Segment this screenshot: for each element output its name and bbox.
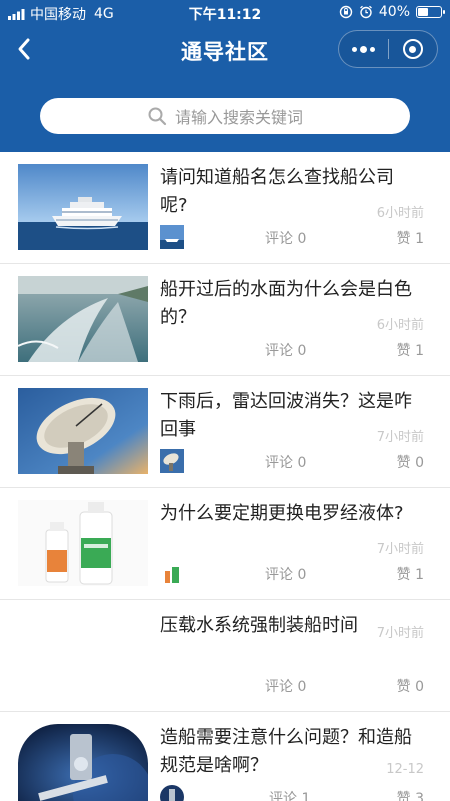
post-title: 造船需要注意什么问题？和造船规范是啥啊？	[160, 727, 412, 776]
list-item[interactable]: 压载水系统强制装船时间 7小时前 评论 0 赞 0	[0, 600, 450, 712]
like-count[interactable]: 赞 1	[397, 228, 424, 248]
like-count[interactable]: 赞 1	[397, 564, 424, 584]
post-list: 请问知道船名怎么查找船公司呢? 6小时前 评论 0 赞 1 船开过后的水面为什么…	[0, 152, 450, 801]
like-count[interactable]: 赞 0	[397, 676, 424, 696]
battery-percent: 40%	[378, 4, 410, 20]
post-thumbnail	[18, 164, 148, 250]
post-time: 12-12	[386, 762, 424, 777]
list-item[interactable]: 船开过后的水面为什么会是白色的？ 6小时前 评论 0 赞 1	[0, 264, 450, 376]
post-thumbnail	[18, 276, 148, 362]
target-circle-icon	[402, 39, 423, 59]
search-bar[interactable]: 请输入搜索关键词	[40, 98, 410, 134]
ship-wake-image	[18, 276, 148, 362]
list-item[interactable]: 造船需要注意什么问题？和造船规范是啥啊？ 12-12 评论 1 赞 3	[0, 712, 450, 801]
more-button[interactable]	[339, 30, 388, 68]
mini-program-capsule	[338, 30, 438, 68]
battery-icon	[416, 6, 445, 18]
list-item[interactable]: 为什么要定期更换电罗经液体? 7小时前 评论 0 赞 1	[0, 488, 450, 600]
comment-count[interactable]: 评论 0	[265, 452, 306, 472]
author-avatar	[160, 449, 184, 473]
post-time: 6小时前	[376, 318, 424, 333]
like-count[interactable]: 赞 1	[397, 340, 424, 360]
search-placeholder: 请输入搜索关键词	[174, 108, 303, 127]
post-time: 6小时前	[376, 206, 424, 221]
post-thumbnail	[18, 500, 148, 586]
like-count[interactable]: 赞 3	[397, 788, 424, 801]
close-button[interactable]	[389, 30, 437, 68]
post-title: 为什么要定期更换电罗经液体?	[160, 503, 404, 524]
post-time: 7小时前	[376, 430, 424, 445]
author-avatar	[160, 225, 184, 249]
list-item[interactable]: 下雨后，雷达回波消失？这是咋回事 7小时前 评论 0 赞 0	[0, 376, 450, 488]
author-avatar	[160, 561, 184, 585]
status-right: 40%	[339, 4, 445, 20]
post-time: 7小时前	[376, 542, 424, 557]
author-avatar	[160, 785, 184, 801]
more-dots-icon	[352, 46, 357, 52]
comment-count[interactable]: 评论 0	[265, 340, 306, 360]
post-time: 7小时前	[376, 626, 424, 641]
list-item[interactable]: 请问知道船名怎么查找船公司呢? 6小时前 评论 0 赞 1	[0, 152, 450, 264]
comment-count[interactable]: 评论 0	[265, 676, 306, 696]
orientation-lock-icon	[339, 5, 353, 19]
alarm-icon	[359, 5, 372, 19]
comment-count[interactable]: 评论 0	[265, 564, 306, 584]
post-thumbnail	[18, 388, 148, 474]
cruise-ship-image	[18, 164, 148, 250]
comment-count[interactable]: 评论 0	[265, 228, 306, 248]
like-count[interactable]: 赞 0	[397, 452, 424, 472]
liquid-bottles-image	[18, 500, 148, 586]
radar-dish-image	[18, 388, 148, 474]
status-bar: 中国移动 4G 下午11:12 40%	[0, 0, 450, 26]
comment-count[interactable]: 评论 1	[269, 788, 310, 801]
space-equipment-image	[18, 724, 148, 801]
nav-header: 通导社区 请输入搜索关键词	[0, 26, 450, 152]
search-icon	[148, 107, 167, 126]
post-thumbnail	[18, 724, 148, 801]
